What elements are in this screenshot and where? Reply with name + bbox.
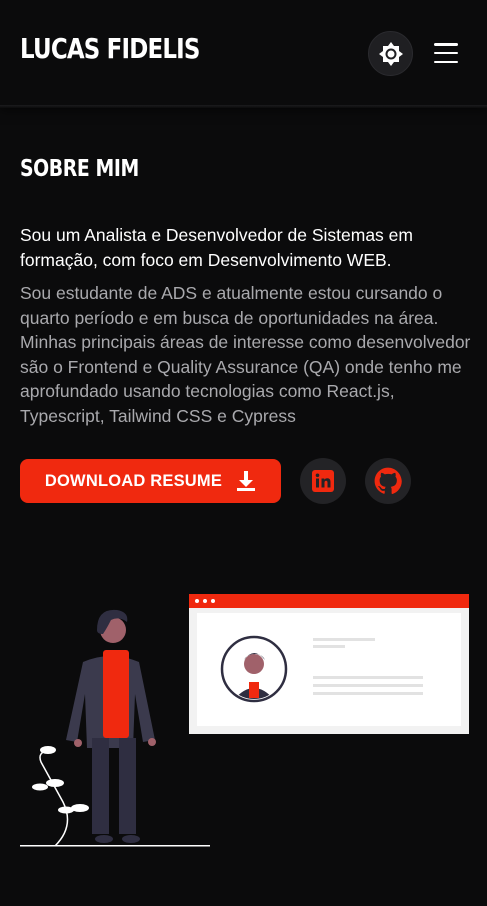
brand-logo[interactable]: LUCAS FIDELIS <box>20 32 200 65</box>
browser-window-graphic <box>189 594 469 734</box>
download-resume-label: DOWNLOAD RESUME <box>44 471 223 490</box>
sun-gear-icon <box>378 41 403 66</box>
ground-line <box>20 845 210 847</box>
profile-illustration <box>20 594 469 847</box>
download-resume-button[interactable]: DOWNLOAD RESUME <box>20 459 281 503</box>
download-icon <box>237 471 256 491</box>
plant-graphic <box>32 746 89 847</box>
about-lead: Sou um Analista e Desenvolvedor de Siste… <box>20 225 413 270</box>
theme-toggle-button[interactable] <box>368 31 413 76</box>
section-title: SOBRE MIM <box>20 156 139 182</box>
github-button[interactable] <box>365 458 411 504</box>
github-icon <box>374 467 402 494</box>
hamburger-menu-icon[interactable] <box>432 41 460 65</box>
top-header: LUCAS FIDELIS <box>0 0 487 108</box>
linkedin-button[interactable] <box>300 458 346 504</box>
about-description: Sou estudante de ADS e atualmente estou … <box>20 283 471 426</box>
linkedin-icon <box>312 470 334 492</box>
